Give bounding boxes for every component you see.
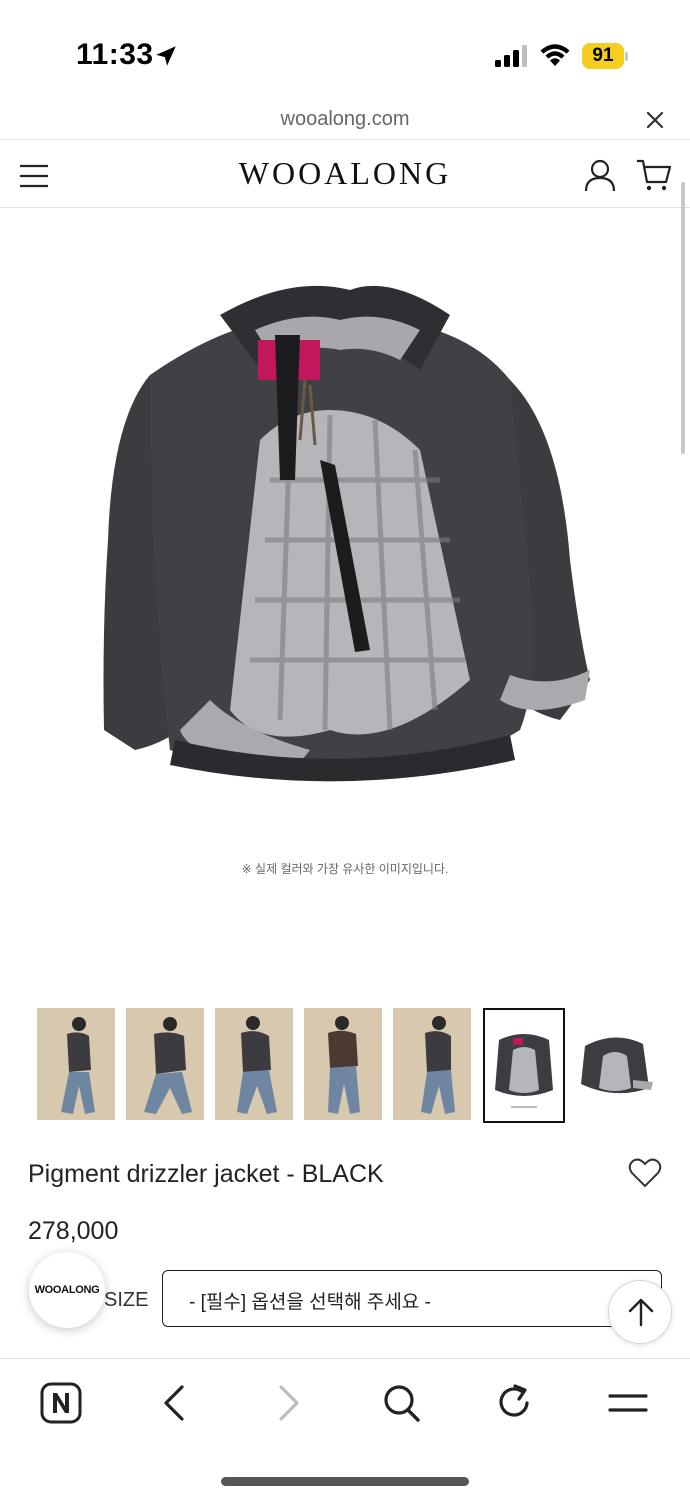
site-header: WOOALONG <box>0 140 690 208</box>
page-scrollbar[interactable] <box>681 182 685 454</box>
floating-brand-button[interactable]: WOOALONG <box>29 1252 105 1328</box>
option-select-placeholder: - [필수] 옵션을 선택해 주세요 - <box>189 1292 431 1313</box>
forward-icon[interactable] <box>266 1381 310 1425</box>
thumbnail-model-3[interactable] <box>215 1008 293 1120</box>
image-color-note: ※ 실제 컬러와 가장 유사한 이미지입니다. <box>241 862 449 876</box>
back-icon[interactable] <box>153 1381 197 1425</box>
scroll-to-top-button[interactable] <box>608 1280 672 1344</box>
location-arrow-icon <box>156 46 176 66</box>
product-main-image[interactable] <box>90 280 600 800</box>
size-option-select[interactable]: - [필수] 옵션을 선택해 주세요 - <box>162 1270 662 1327</box>
status-time: 11:33 <box>76 38 154 71</box>
search-icon[interactable] <box>379 1381 423 1425</box>
status-bar: 11:33 91 <box>0 0 690 100</box>
naver-home-icon[interactable] <box>39 1381 83 1425</box>
user-account-icon[interactable] <box>583 158 617 192</box>
refresh-icon[interactable] <box>493 1381 537 1425</box>
shopping-cart-icon[interactable] <box>636 158 672 192</box>
product-price: 278,000 <box>28 1217 119 1245</box>
battery-level: 91 <box>592 45 614 66</box>
product-title: Pigment drizzler jacket - BLACK <box>28 1160 384 1188</box>
home-indicator[interactable] <box>221 1477 469 1486</box>
arrow-up-icon <box>628 1298 654 1327</box>
thumbnail-model-2[interactable] <box>126 1008 204 1120</box>
thumbnail-model-1[interactable] <box>37 1008 115 1120</box>
thumbnail-product-2[interactable] <box>573 1008 657 1120</box>
wishlist-heart-icon[interactable] <box>628 1158 662 1188</box>
thumbnail-model-5[interactable] <box>393 1008 471 1120</box>
thumbnail-product-selected[interactable] <box>483 1008 565 1123</box>
wifi-icon <box>540 44 570 66</box>
cellular-signal-icon <box>495 45 527 67</box>
close-icon[interactable] <box>644 109 666 131</box>
thumbnail-model-4[interactable] <box>304 1008 382 1120</box>
browser-url-bar[interactable]: wooalong.com <box>0 100 690 140</box>
battery-indicator: 91 <box>582 43 628 69</box>
menu-icon[interactable] <box>606 1381 650 1425</box>
url-text[interactable]: wooalong.com <box>0 108 690 131</box>
size-label: SIZE <box>104 1289 149 1311</box>
thumbnail-strip <box>37 1008 657 1123</box>
